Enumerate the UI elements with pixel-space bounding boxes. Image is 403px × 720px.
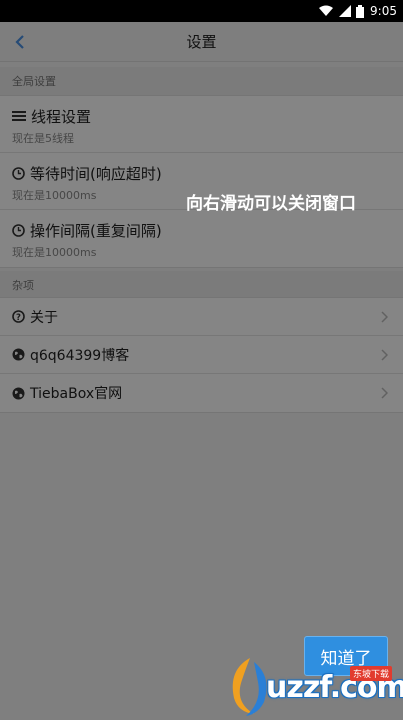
signal-icon <box>339 5 352 17</box>
watermark-tag: 东坡下载 <box>350 666 393 681</box>
status-bar: 9:05 <box>0 0 403 22</box>
battery-icon <box>356 4 365 18</box>
status-time: 9:05 <box>370 4 397 18</box>
tutorial-overlay[interactable] <box>0 22 403 720</box>
swipe-hint-text: 向右滑动可以关闭窗口 <box>186 194 356 214</box>
watermark-logo: uzzf.com 东坡下载 <box>220 650 403 720</box>
wifi-icon <box>318 5 334 17</box>
